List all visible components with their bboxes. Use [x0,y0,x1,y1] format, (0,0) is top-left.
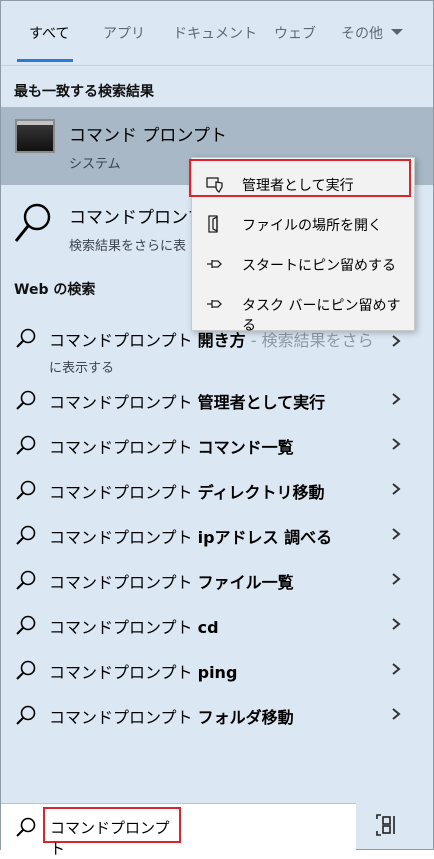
best-match-subtitle: システム [69,157,121,172]
highlight-box [189,159,411,197]
web-result-row[interactable]: コマンドプロンプト ipアドレス 調べる [1,512,433,556]
active-tab-indicator [17,59,73,62]
pin-icon [207,260,222,268]
menu-item-label: スタートにピン留めする [242,258,396,274]
menu-item-label: ファイルの場所を開く [242,218,382,234]
chevron-right-icon [392,618,401,630]
menu-item-label: タスク バーにピン留めする [242,298,401,334]
search-icon [16,328,36,348]
search-icon [16,390,36,410]
search-icon [16,817,36,837]
menu-item-pin-to-start[interactable]: スタートにピン留めする [192,246,414,282]
web-result-row[interactable]: コマンドプロンプト 管理者として実行 [1,377,433,421]
web-result-row[interactable]: コマンドプロンプト ディレクトリ移動 [1,467,433,511]
search-icon [16,435,36,455]
web-result-subtext: に表示する [49,361,115,376]
search-input[interactable]: コマンドプロンプト [43,807,181,858]
chevron-right-icon [392,393,401,405]
web-result-row[interactable]: コマンドプロンプト cd [1,602,433,646]
web-result-text: コマンドプロンプト ipアドレス 調べる [49,528,333,547]
web-result-text: コマンドプロンプト cd [49,618,219,637]
search-icon [16,705,36,725]
search-suggestion-subtitle: 検索結果をさらに表 [69,239,187,254]
search-icon [16,615,36,635]
menu-item-open-file-location[interactable]: ファイルの場所を開く [192,206,414,242]
search-icon [16,525,36,545]
search-icon [16,480,36,500]
web-result-row[interactable]: コマンドプロンプト ping [1,647,433,691]
web-result-text: コマンドプロンプト ファイル一覧 [49,573,294,592]
best-match-title: コマンド プロンプト [69,126,227,146]
chevron-down-icon[interactable] [391,29,403,35]
chevron-right-icon [392,573,401,585]
start-search-panel: すべて アプリ ドキュメント ウェブ その他 最も一致する検索結果 コマンド プ… [0,0,434,858]
tab-more[interactable]: その他 [341,23,383,43]
search-icon [14,203,51,242]
tab-documents[interactable]: ドキュメント [173,23,257,43]
chevron-right-icon [392,663,401,675]
web-result-text: コマンドプロンプト コマンド一覧 [49,438,294,457]
file-location-icon [208,215,218,233]
search-icon [16,570,36,590]
chevron-right-icon [392,528,401,540]
filter-tabs: すべて アプリ ドキュメント ウェブ その他 [1,1,433,65]
web-result-text: コマンドプロンプト ping [49,663,238,682]
chevron-right-icon [392,483,401,495]
tab-apps[interactable]: アプリ [103,23,145,43]
web-result-row[interactable]: コマンドプロンプト コマンド一覧 [1,422,433,466]
web-result-text: コマンドプロンプト 管理者として実行 [49,393,326,412]
pin-icon [207,300,222,308]
web-result-text: コマンドプロンプト ディレクトリ移動 [49,483,325,502]
best-match-heading: 最も一致する検索結果 [14,84,154,100]
command-prompt-icon [15,119,55,153]
tab-all[interactable]: すべて [29,23,69,43]
chevron-right-icon [392,438,401,450]
screenshot-search-icon[interactable] [375,813,399,837]
chevron-right-icon [392,335,401,347]
web-search-heading: Web の検索 [14,282,96,298]
web-result-row[interactable]: コマンドプロンプト ファイル一覧 [1,557,433,601]
search-icon [16,660,36,680]
web-result-text: コマンドプロンプト フォルダ移動 [49,708,294,727]
divider [1,65,433,66]
web-result-row[interactable]: コマンドプロンプト フォルダ移動 [1,692,433,736]
chevron-right-icon [392,708,401,720]
menu-item-pin-to-taskbar[interactable]: タスク バーにピン留めする [192,286,414,334]
tab-web[interactable]: ウェブ [274,23,316,43]
